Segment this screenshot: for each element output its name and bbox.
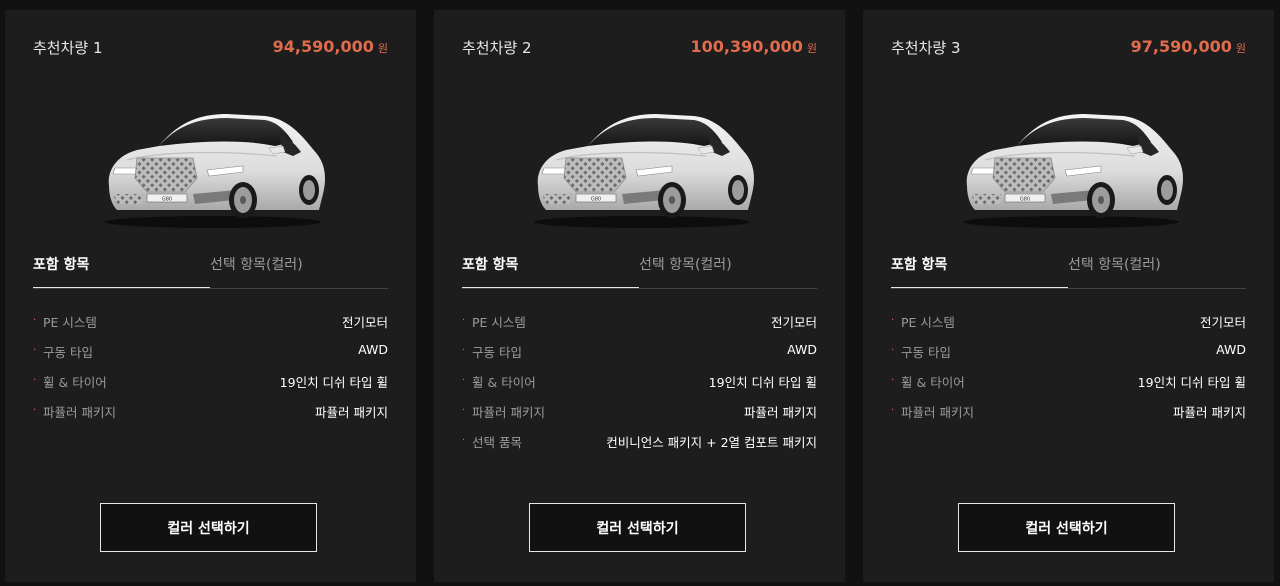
tab-optional-items-color[interactable]: 선택 항목(컬러) xyxy=(1068,254,1161,287)
price-unit: 원 xyxy=(377,42,388,55)
spec-value: 19인치 디쉬 타입 휠 xyxy=(708,375,817,390)
spec-row: · 휠 & 타이어 19인치 디쉬 타입 휠 xyxy=(891,372,1246,402)
price-value: 94,590,000 xyxy=(272,37,374,56)
recommended-car-card-3: 추천차량 3 97,590,000 원 포함 항목 선택 항목(컬러) · PE 시… xyxy=(863,10,1274,582)
card-price: 97,590,000 원 xyxy=(1131,37,1246,56)
spec-label: 휠 & 타이어 xyxy=(472,375,536,390)
spec-value: 파퓰러 패키지 xyxy=(1173,405,1246,420)
spec-label: PE 시스템 xyxy=(43,315,97,330)
spec-value: AWD xyxy=(1216,342,1246,357)
spec-label: 구동 타입 xyxy=(901,345,951,360)
spec-value: 19인치 디쉬 타입 휠 xyxy=(1137,375,1246,390)
spec-list: · PE 시스템 전기모터 · 구동 타입 AWD · 휠 & 타이어 19인치 디쉬 타입… xyxy=(462,312,817,462)
select-color-button[interactable]: 컬러 선택하기 xyxy=(958,503,1175,552)
spec-row: · PE 시스템 전기모터 xyxy=(891,312,1246,342)
spec-label: 선택 품목 xyxy=(472,435,522,450)
bullet-icon: · xyxy=(891,315,895,326)
bullet-icon: · xyxy=(462,435,466,446)
tab-bar: 포함 항목 선택 항목(컬러) xyxy=(462,254,817,289)
spec-label: 파퓰러 패키지 xyxy=(472,405,545,420)
price-value: 97,590,000 xyxy=(1130,37,1232,56)
spec-value: 19인치 디쉬 타입 휠 xyxy=(279,375,388,390)
price-unit: 원 xyxy=(1235,42,1246,55)
tab-optional-items-color[interactable]: 선택 항목(컬러) xyxy=(210,254,303,287)
spec-row: · 파퓰러 패키지 파퓰러 패키지 xyxy=(462,402,817,432)
card-title: 추천차량 2 xyxy=(462,39,532,57)
bullet-icon: · xyxy=(462,315,466,326)
spec-row: · 휠 & 타이어 19인치 디쉬 타입 휠 xyxy=(33,372,388,402)
price-value: 100,390,000 xyxy=(690,37,803,56)
bullet-icon: · xyxy=(462,375,466,386)
spec-row: · 파퓰러 패키지 파퓰러 패키지 xyxy=(33,402,388,432)
spec-label: 구동 타입 xyxy=(472,345,522,360)
spec-row: · 휠 & 타이어 19인치 디쉬 타입 휠 xyxy=(462,372,817,402)
spec-row: · 선택 품목 컨비니언스 패키지 + 2열 컴포트 패키지 xyxy=(462,432,817,462)
tab-included-items[interactable]: 포함 항목 xyxy=(33,254,210,288)
bullet-icon: · xyxy=(891,375,895,386)
spec-label: 파퓰러 패키지 xyxy=(901,405,974,420)
bullet-icon: · xyxy=(33,375,37,386)
spec-row: · 파퓰러 패키지 파퓰러 패키지 xyxy=(891,402,1246,432)
spec-value: 컨비니언스 패키지 + 2열 컴포트 패키지 xyxy=(606,435,817,450)
spec-label: 파퓰러 패키지 xyxy=(43,405,116,420)
spec-row: · PE 시스템 전기모터 xyxy=(462,312,817,342)
spec-label: 휠 & 타이어 xyxy=(43,375,107,390)
spec-list: · PE 시스템 전기모터 · 구동 타입 AWD · 휠 & 타이어 19인치 디쉬 타입… xyxy=(33,312,388,432)
card-title: 추천차량 1 xyxy=(33,39,103,57)
bullet-icon: · xyxy=(891,345,895,356)
spec-value: 전기모터 xyxy=(1199,315,1246,330)
recommended-car-card-1: 추천차량 1 94,590,000 원 포함 항목 선택 항목(컬러) · PE 시… xyxy=(5,10,416,582)
bullet-icon: · xyxy=(33,315,37,326)
spec-value: 전기모터 xyxy=(770,315,817,330)
spec-label: PE 시스템 xyxy=(472,315,526,330)
select-color-button[interactable]: 컬러 선택하기 xyxy=(529,503,746,552)
bullet-icon: · xyxy=(462,345,466,356)
spec-value: 전기모터 xyxy=(341,315,388,330)
spec-list: · PE 시스템 전기모터 · 구동 타입 AWD · 휠 & 타이어 19인치 디쉬 타입… xyxy=(891,312,1246,432)
spec-label: PE 시스템 xyxy=(901,315,955,330)
spec-label: 휠 & 타이어 xyxy=(901,375,965,390)
tab-bar: 포함 항목 선택 항목(컬러) xyxy=(891,254,1246,289)
bullet-icon: · xyxy=(33,345,37,356)
tab-included-items[interactable]: 포함 항목 xyxy=(891,254,1068,288)
car-image xyxy=(533,113,755,229)
price-unit: 원 xyxy=(806,42,817,55)
card-price: 100,390,000 원 xyxy=(691,37,817,56)
spec-row: · 구동 타입 AWD xyxy=(33,342,388,372)
spec-value: AWD xyxy=(787,342,817,357)
bullet-icon: · xyxy=(462,405,466,416)
spec-row: · 구동 타입 AWD xyxy=(891,342,1246,372)
spec-row: · 구동 타입 AWD xyxy=(462,342,817,372)
bullet-icon: · xyxy=(33,405,37,416)
tab-included-items[interactable]: 포함 항목 xyxy=(462,254,639,288)
spec-value: 파퓰러 패키지 xyxy=(315,405,388,420)
recommended-car-card-2: 추천차량 2 100,390,000 원 포함 항목 선택 항목(컬러) · PE … xyxy=(434,10,845,582)
spec-value: AWD xyxy=(358,342,388,357)
car-image xyxy=(104,113,326,229)
tab-bar: 포함 항목 선택 항목(컬러) xyxy=(33,254,388,289)
spec-value: 파퓰러 패키지 xyxy=(744,405,817,420)
select-color-button[interactable]: 컬러 선택하기 xyxy=(100,503,317,552)
spec-row: · PE 시스템 전기모터 xyxy=(33,312,388,342)
bullet-icon: · xyxy=(891,405,895,416)
car-image xyxy=(962,113,1184,229)
tab-optional-items-color[interactable]: 선택 항목(컬러) xyxy=(639,254,732,287)
card-price: 94,590,000 원 xyxy=(273,37,388,56)
spec-label: 구동 타입 xyxy=(43,345,93,360)
card-title: 추천차량 3 xyxy=(891,39,961,57)
